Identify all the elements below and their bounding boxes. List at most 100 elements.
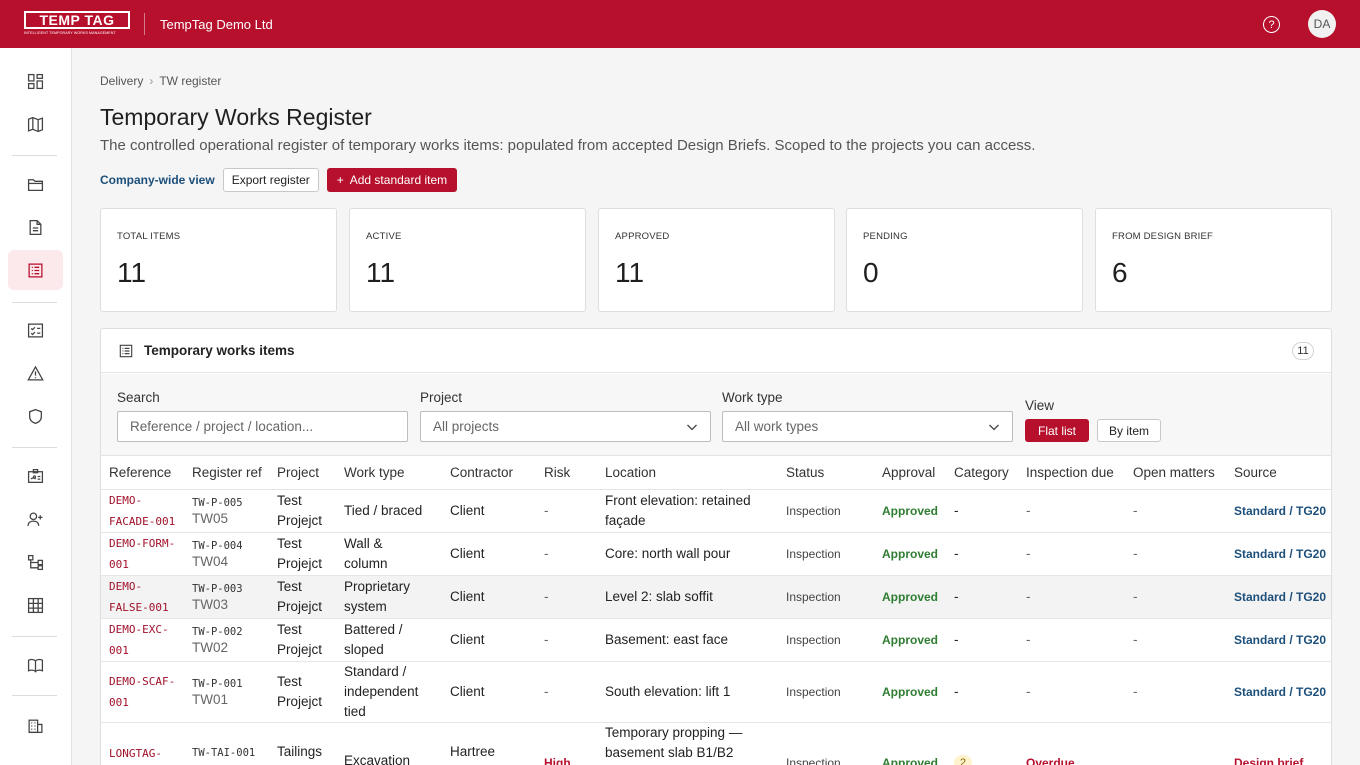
project-line: Tailings (277, 743, 323, 759)
work-type-line: sloped (344, 641, 384, 657)
location-cell: Core: north wall pour (597, 532, 778, 576)
project-cell: Test Projejct (269, 661, 336, 723)
table-row[interactable]: DEMO-SCAF- 001 TW-P-001 TW01 Test Projejct … (101, 661, 1331, 723)
stat-card-active: ACTIVE 11 (349, 208, 586, 312)
work-type-line: Proprietary (344, 578, 411, 594)
column-header[interactable]: Source (1226, 456, 1331, 490)
status-cell: Inspection (778, 489, 874, 533)
search-input[interactable]: Reference / project / location... (117, 411, 408, 442)
table-row[interactable]: DEMO- FALSE-001 TW-P-003 TW03 Test Projejct… (101, 575, 1331, 619)
reference-cell[interactable]: DEMO- FACADE-001 (101, 489, 184, 533)
project-line: Projejct (277, 598, 323, 614)
reference-cell[interactable]: DEMO-SCAF- 001 (101, 661, 184, 723)
reference-cell[interactable]: LONGTAG- (101, 722, 184, 765)
organisation-name[interactable]: TempTag Demo Ltd (160, 17, 273, 32)
reference-cell[interactable]: DEMO-FORM- 001 (101, 532, 184, 576)
project-cell: Test Projejct (269, 575, 336, 619)
dashboard-icon[interactable] (8, 61, 63, 101)
stat-label: FROM DESIGN BRIEF (1112, 231, 1214, 242)
book-icon[interactable] (8, 645, 63, 685)
location-line: Level 2: slab soffit (605, 588, 713, 604)
work-type-cell: Wall & column (336, 532, 442, 576)
reference-cell[interactable]: DEMO- FALSE-001 (101, 575, 184, 619)
project-line: Test (277, 621, 302, 637)
shield-icon[interactable] (8, 396, 63, 436)
column-header[interactable]: Reference (101, 456, 184, 490)
project-line: Projejct (277, 555, 323, 571)
stat-value: 0 (863, 257, 879, 288)
location-cell: Temporary propping — basement slab B1/B2 (597, 722, 778, 765)
inspection-due-cell: - (1018, 489, 1125, 533)
project-line: Test (277, 535, 302, 551)
panel-header: Temporary works items 11 (101, 329, 1331, 373)
flat-list-button[interactable]: Flat list (1025, 419, 1089, 442)
category-cell: - (946, 661, 1018, 723)
column-header[interactable]: Status (778, 456, 874, 490)
column-header[interactable]: Contractor (442, 456, 536, 490)
location-cell: Basement: east face (597, 618, 778, 662)
user-avatar[interactable]: DA (1308, 10, 1336, 38)
column-header[interactable]: Approval (874, 456, 946, 490)
column-header[interactable]: Register ref (184, 456, 269, 490)
table-header-row: Reference Register ref Project Work type… (101, 456, 1331, 490)
work-type-cell: Proprietary system (336, 575, 442, 619)
column-header[interactable]: Location (597, 456, 778, 490)
stat-value: 11 (366, 257, 396, 288)
grid-icon[interactable] (8, 585, 63, 625)
table-row[interactable]: DEMO-EXC- 001 TW-P-002 TW02 Test Projejct B… (101, 618, 1331, 662)
open-matters-cell: - (1125, 532, 1226, 576)
folder-icon[interactable] (8, 164, 63, 204)
work-type-line: system (344, 598, 387, 614)
stat-card-pending: PENDING 0 (846, 208, 1083, 312)
warning-icon[interactable] (8, 353, 63, 393)
approval-cell: Approved (874, 489, 946, 533)
add-user-icon[interactable] (8, 499, 63, 539)
inspection-due-cell: Overdue (1018, 722, 1125, 765)
document-icon[interactable] (8, 207, 63, 247)
temptag-logo[interactable]: TEMP TAG INTELLIGENT TEMPORARY WORKS MAN… (24, 11, 130, 37)
breadcrumb-delivery[interactable]: Delivery (100, 74, 143, 88)
work-type-line: Tied / braced (344, 502, 423, 518)
project-select[interactable]: All projects (420, 411, 711, 442)
source-link[interactable]: Standard / TG20 (1226, 489, 1331, 533)
reference-cell[interactable]: DEMO-EXC- 001 (101, 618, 184, 662)
plus-icon: + (336, 173, 344, 187)
table-row[interactable]: LONGTAG- TW-TAI-001 Tailings Excavation … (101, 722, 1331, 765)
column-header[interactable]: Open matters (1125, 456, 1226, 490)
export-register-button[interactable]: Export register (222, 168, 319, 192)
source-link[interactable]: Design brief (1226, 722, 1331, 765)
checklist-icon[interactable] (8, 310, 63, 350)
company-wide-view-link[interactable]: Company-wide view (100, 173, 215, 187)
id-card-icon[interactable] (8, 456, 63, 496)
source-link[interactable]: Standard / TG20 (1226, 575, 1331, 619)
project-cell: Tailings (269, 722, 336, 765)
work-type-cell: Standard / independent tied (336, 661, 442, 723)
source-link[interactable]: Standard / TG20 (1226, 618, 1331, 662)
hierarchy-icon[interactable] (8, 542, 63, 582)
work-type-select[interactable]: All work types (722, 411, 1013, 442)
reference-line: 001 (109, 695, 129, 709)
page-subtitle: The controlled operational register of t… (100, 137, 1036, 154)
column-header[interactable]: Risk (536, 456, 597, 490)
column-header[interactable]: Project (269, 456, 336, 490)
project-line: Projejct (277, 693, 323, 709)
source-link[interactable]: Standard / TG20 (1226, 532, 1331, 576)
nav-divider (12, 695, 57, 696)
project-line: Test (277, 492, 302, 508)
register-icon[interactable] (8, 250, 63, 290)
inspection-due-cell: - (1018, 575, 1125, 619)
add-standard-item-button[interactable]: + Add standard item (326, 168, 458, 192)
building-icon[interactable] (8, 705, 63, 745)
status-cell: Inspection (778, 575, 874, 619)
help-icon[interactable]: ? (1263, 16, 1280, 33)
column-header[interactable]: Work type (336, 456, 442, 490)
column-header[interactable]: Inspection due (1018, 456, 1125, 490)
table-row[interactable]: DEMO- FACADE-001 TW-P-005 TW05 Test Projejc… (101, 489, 1331, 533)
contractor-cell: Client (442, 575, 536, 619)
by-item-button[interactable]: By item (1097, 419, 1161, 442)
table-row[interactable]: DEMO-FORM- 001 TW-P-004 TW04 Test Projejct … (101, 532, 1331, 576)
map-icon[interactable] (8, 104, 63, 144)
location-line: South elevation: lift 1 (605, 683, 731, 699)
column-header[interactable]: Category (946, 456, 1018, 490)
source-link[interactable]: Standard / TG20 (1226, 661, 1331, 723)
